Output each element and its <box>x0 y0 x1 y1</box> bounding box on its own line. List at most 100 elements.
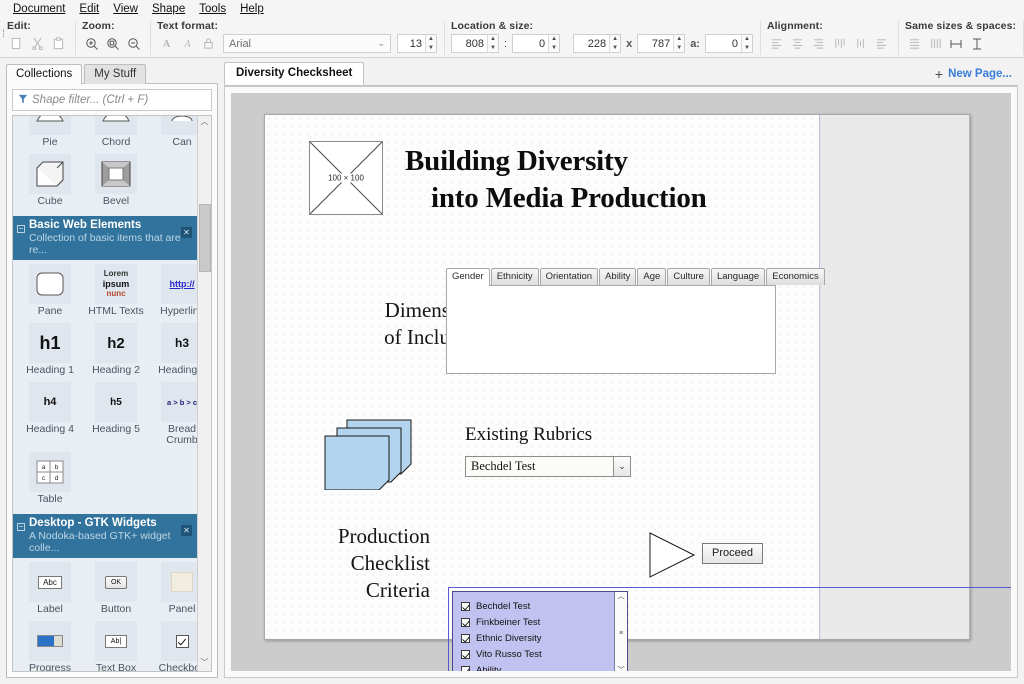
new-page-button[interactable]: + New Page... <box>935 66 1012 82</box>
dimension-tab-panel[interactable] <box>446 285 776 374</box>
shape-item-label[interactable]: Abc Label <box>19 559 81 618</box>
font-size-input[interactable] <box>398 35 425 52</box>
angle-down[interactable]: ▼ <box>742 44 752 53</box>
shape-item-bevel[interactable]: Bevel <box>85 151 147 210</box>
paste-icon[interactable] <box>49 34 68 53</box>
stacked-documents-shape[interactable] <box>317 418 437 491</box>
copy-icon[interactable] <box>7 34 26 53</box>
document-tab-diversity-checksheet[interactable]: Diversity Checksheet <box>224 62 365 85</box>
checkbox-icon[interactable] <box>461 649 470 659</box>
shape-item-chord[interactable]: Chord <box>85 116 147 151</box>
bold-icon[interactable]: A <box>157 34 176 53</box>
dimension-tab-economics[interactable]: Economics <box>766 268 825 285</box>
menu-item-edit[interactable]: Edit <box>72 1 106 17</box>
existing-rubrics-heading[interactable]: Existing Rubrics <box>465 423 631 447</box>
size-height-up[interactable]: ▲ <box>674 35 684 44</box>
chevron-down-icon[interactable]: ⌄ <box>613 457 630 476</box>
font-size-arrows[interactable]: ▲ ▼ <box>425 35 436 52</box>
scrollbar-thumb[interactable] <box>199 204 211 272</box>
shape-item-panel[interactable]: Panel <box>151 559 197 618</box>
location-x-arrows[interactable]: ▲ ▼ <box>487 35 498 52</box>
scroll-up-icon[interactable]: ︿ <box>201 116 209 130</box>
shape-item-textbox[interactable]: Ab| Text Box <box>85 618 147 671</box>
location-y-arrows[interactable]: ▲ ▼ <box>548 35 560 53</box>
shape-item-cube[interactable]: Cube <box>19 151 81 210</box>
category-header-desktop-gtk-widgets[interactable]: − Desktop - GTK Widgets A Nodoka-based G… <box>13 514 197 558</box>
shape-filter-bar[interactable]: Shape filter... (Ctrl + F) <box>12 89 212 111</box>
dimension-tab-language[interactable]: Language <box>710 268 766 285</box>
location-y-input[interactable] <box>513 35 549 52</box>
document-page[interactable]: 100 × 100 Building Diversity into Media … <box>264 114 1011 671</box>
production-checklist-label[interactable]: Production Checklist Criteria <box>275 523 430 604</box>
space-horizontal-icon[interactable] <box>947 34 966 53</box>
menu-item-document[interactable]: Document <box>6 1 72 17</box>
menu-item-view[interactable]: View <box>106 1 145 17</box>
collapse-icon[interactable]: − <box>17 225 25 233</box>
size-width-arrows[interactable]: ▲ ▼ <box>609 35 621 53</box>
dimension-tab-culture[interactable]: Culture <box>667 268 710 285</box>
font-family-select[interactable]: Arial ⌄ <box>223 34 391 53</box>
category-header-basic-web-elements[interactable]: − Basic Web Elements Collection of basic… <box>13 216 197 260</box>
location-x-down[interactable]: ▼ <box>488 44 498 53</box>
zoom-in-icon[interactable] <box>82 34 101 53</box>
font-size-down[interactable]: ▼ <box>426 44 436 53</box>
shape-item-pie[interactable]: Pie <box>19 116 81 151</box>
shape-list-scroll-area[interactable]: Pie Chord Can Cube Bevel − Basic Web Ele… <box>13 116 197 671</box>
shape-item-heading5[interactable]: h5 Heading 5 <box>85 379 147 449</box>
zoom-out-icon[interactable] <box>124 34 143 53</box>
shape-item-heading2[interactable]: h2 Heading 2 <box>85 320 147 379</box>
menu-item-help[interactable]: Help <box>233 1 271 17</box>
canvas-viewport[interactable]: 100 × 100 Building Diversity into Media … <box>231 93 1011 671</box>
checkbox-icon[interactable] <box>461 633 470 643</box>
dimension-tab-ability[interactable]: Ability <box>599 268 637 285</box>
shape-item-breadcrumb[interactable]: a > b > c Bread Crumb <box>151 379 197 449</box>
location-x-input[interactable] <box>452 35 487 52</box>
size-width-stepper[interactable]: ▲▼ <box>573 34 622 53</box>
angle-up[interactable]: ▲ <box>742 35 752 44</box>
shape-item-heading4[interactable]: h4 Heading 4 <box>19 379 81 449</box>
checkbox-icon[interactable] <box>461 617 470 627</box>
size-height-input[interactable] <box>638 35 674 52</box>
italic-icon[interactable]: A <box>178 34 197 53</box>
checkbox-icon[interactable] <box>461 665 470 671</box>
shape-item-heading1[interactable]: h1 Heading 1 <box>19 320 81 379</box>
size-width-down[interactable]: ▼ <box>610 44 620 53</box>
image-placeholder-shape[interactable]: 100 × 100 <box>309 141 383 215</box>
scroll-down-icon[interactable]: ﹀ <box>201 657 209 671</box>
font-size-up[interactable]: ▲ <box>426 35 436 44</box>
shape-item-checkbox[interactable]: Checkbox <box>151 618 197 671</box>
shape-item-hyperlink[interactable]: http:// Hyperlink <box>151 261 197 320</box>
angle-stepper[interactable]: ▲▼ <box>704 34 753 53</box>
angle-input[interactable] <box>705 35 741 52</box>
location-y-down[interactable]: ▼ <box>549 44 559 53</box>
same-height-icon[interactable] <box>905 34 924 53</box>
align-middle-icon[interactable] <box>851 34 870 53</box>
location-x-up[interactable]: ▲ <box>488 35 498 44</box>
size-width-input[interactable] <box>574 35 610 52</box>
location-x-stepper[interactable]: ▲▼ <box>451 34 499 53</box>
shape-item-pane[interactable]: Pane <box>19 261 81 320</box>
tab-collections[interactable]: Collections <box>6 64 83 84</box>
checklist-widget[interactable]: Bechdel Test Finkbeiner Test Ethnic Dive… <box>448 587 1011 671</box>
cut-icon[interactable] <box>28 34 47 53</box>
align-left-icon[interactable] <box>767 34 786 53</box>
dimension-tab-widget[interactable]: Gender Ethnicity Orientation Ability Age… <box>446 268 825 374</box>
shape-list-scrollbar[interactable]: ︿ ﹀ <box>197 116 211 671</box>
align-center-icon[interactable] <box>788 34 807 53</box>
close-icon[interactable]: ✕ <box>181 227 192 238</box>
dimension-tab-ethnicity[interactable]: Ethnicity <box>490 268 539 285</box>
size-height-stepper[interactable]: ▲▼ <box>637 34 686 53</box>
proceed-button[interactable]: Proceed <box>702 543 763 564</box>
location-y-stepper[interactable]: ▲▼ <box>512 34 561 53</box>
flow-arrow-shape[interactable] <box>648 531 698 582</box>
close-icon[interactable]: ✕ <box>181 525 192 536</box>
angle-arrows[interactable]: ▲ ▼ <box>740 35 752 53</box>
zoom-fit-icon[interactable] <box>103 34 122 53</box>
shape-item-html-texts[interactable]: Lorem ipsum nunc HTML Texts <box>85 261 147 320</box>
align-bottom-icon[interactable] <box>872 34 891 53</box>
font-size-stepper[interactable]: ▲▼ <box>397 34 437 53</box>
space-vertical-icon[interactable] <box>968 34 987 53</box>
align-top-icon[interactable] <box>830 34 849 53</box>
lock-icon[interactable] <box>199 34 218 53</box>
shape-item-button[interactable]: OK Button <box>85 559 147 618</box>
